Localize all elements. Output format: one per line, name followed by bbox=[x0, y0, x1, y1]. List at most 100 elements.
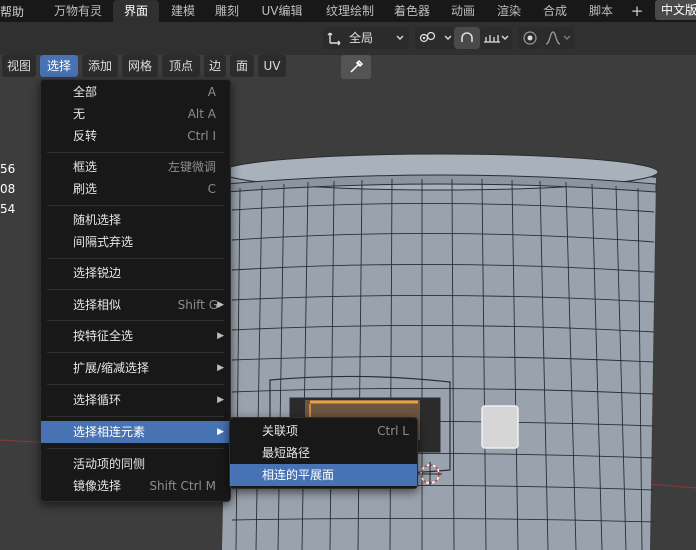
menu-item-label: 选择循环 bbox=[73, 393, 122, 407]
menu-separator bbox=[47, 384, 224, 385]
tab-layout[interactable]: 界面 bbox=[113, 0, 159, 22]
menu-item-none[interactable]: 无 Alt A bbox=[41, 103, 230, 125]
submenu-arrow-icon: ▶ bbox=[217, 331, 224, 341]
menu-item-select-random[interactable]: 随机选择 bbox=[41, 209, 230, 231]
menu-item-label: 反转 bbox=[73, 129, 98, 143]
menu-item-label: 选择相连元素 bbox=[73, 425, 146, 439]
add-workspace-button[interactable]: + bbox=[626, 0, 648, 22]
menu-item-select-loops[interactable]: 选择循环 ▶ bbox=[41, 389, 230, 411]
submenu-arrow-icon: ▶ bbox=[217, 363, 224, 373]
snap-increment-icon bbox=[484, 35, 500, 43]
menu-item-shortcut: Alt A bbox=[187, 107, 216, 121]
menu-item-label: 扩展/缩减选择 bbox=[73, 361, 150, 375]
falloff-curve-icon bbox=[545, 31, 561, 45]
proportional-edit-toggle[interactable] bbox=[518, 27, 542, 49]
language-button[interactable]: 中文版 bbox=[655, 0, 696, 20]
menu-item-invert[interactable]: 反转 Ctrl I bbox=[41, 125, 230, 147]
submenu-item-linked[interactable]: 关联项 Ctrl L bbox=[230, 420, 417, 442]
submenu-item-label: 相连的平展面 bbox=[262, 468, 335, 482]
menu-uv[interactable]: UV bbox=[258, 55, 286, 77]
menu-separator bbox=[47, 448, 224, 449]
submenu-item-label: 关联项 bbox=[262, 424, 299, 438]
tab-animation[interactable]: 动画 bbox=[443, 0, 483, 22]
menu-item-shortcut: 左键微调 bbox=[167, 160, 216, 174]
orientation-label: 全局 bbox=[349, 31, 374, 45]
menu-item-label: 刷选 bbox=[73, 182, 98, 196]
chevron-down-icon bbox=[501, 35, 509, 40]
submenu-arrow-icon: ▶ bbox=[217, 395, 224, 405]
menu-view[interactable]: 视图 bbox=[2, 55, 36, 77]
menu-item-side-of-active[interactable]: 活动项的同侧 bbox=[41, 453, 230, 475]
menu-edge[interactable]: 边 bbox=[204, 55, 226, 77]
falloff-dropdown[interactable] bbox=[542, 27, 574, 49]
transform-orientation-dropdown[interactable]: 全局 bbox=[323, 27, 409, 49]
menu-item-select-more-less[interactable]: 扩展/缩减选择 ▶ bbox=[41, 357, 230, 379]
menu-item-label: 全部 bbox=[73, 85, 98, 99]
menu-mesh[interactable]: 网格 bbox=[122, 55, 158, 77]
submenu-arrow-icon: ▶ bbox=[217, 300, 224, 310]
chevron-down-icon bbox=[563, 35, 571, 40]
tab-wanwu[interactable]: 万物有灵 bbox=[46, 0, 110, 22]
menu-item-select-similar[interactable]: 选择相似 Shift G ▶ bbox=[41, 294, 230, 316]
menu-item-select-sharp-edges[interactable]: 选择锐边 bbox=[41, 262, 230, 284]
tab-scripting[interactable]: 脚本 bbox=[581, 0, 621, 22]
menu-separator bbox=[47, 352, 224, 353]
viewport-header: 全局 bbox=[0, 22, 696, 55]
tab-rendering[interactable]: 渲染 bbox=[489, 0, 529, 22]
menu-item-shortcut: Shift G bbox=[177, 298, 218, 312]
menu-item-box-select[interactable]: 框选 左键微调 bbox=[41, 156, 230, 178]
submenu-item-linked-flat-faces[interactable]: 相连的平展面 bbox=[230, 464, 417, 486]
menu-item-label: 镜像选择 bbox=[73, 479, 122, 493]
menu-item-shortcut: A bbox=[207, 85, 216, 99]
menu-item-label: 随机选择 bbox=[73, 213, 122, 227]
stat-line-2: 08 bbox=[0, 182, 16, 196]
menu-vertex[interactable]: 顶点 bbox=[162, 55, 200, 77]
menu-item-label: 按特征全选 bbox=[73, 329, 134, 343]
menu-item-checker-deselect[interactable]: 间隔式弃选 bbox=[41, 231, 230, 253]
select-menu: 全部 A 无 Alt A 反转 Ctrl I 框选 左键微调 刷选 C 随机选择… bbox=[40, 79, 231, 502]
menu-separator bbox=[47, 152, 224, 153]
menu-separator bbox=[47, 205, 224, 206]
tab-sculpting[interactable]: 雕刻 bbox=[207, 0, 247, 22]
chevron-down-icon bbox=[444, 35, 452, 40]
pivot-point-dropdown[interactable] bbox=[415, 27, 457, 49]
menu-item-label: 间隔式弃选 bbox=[73, 235, 134, 249]
menu-item-select-all-by-trait[interactable]: 按特征全选 ▶ bbox=[41, 325, 230, 347]
eyedropper-button[interactable] bbox=[341, 55, 371, 79]
submenu-item-shortcut: Ctrl L bbox=[377, 424, 409, 438]
submenu-arrow-icon: ▶ bbox=[217, 427, 224, 437]
tab-modeling[interactable]: 建模 bbox=[163, 0, 203, 22]
menu-item-label: 选择锐边 bbox=[73, 266, 122, 280]
menu-separator bbox=[47, 258, 224, 259]
select-linked-submenu: 关联项 Ctrl L 最短路径 相连的平展面 bbox=[229, 417, 418, 489]
menu-item-circle-select[interactable]: 刷选 C bbox=[41, 178, 230, 200]
chevron-down-icon bbox=[396, 35, 404, 40]
menu-separator bbox=[47, 416, 224, 417]
menu-item-select-linked[interactable]: 选择相连元素 ▶ bbox=[41, 421, 230, 443]
eyedropper-icon bbox=[350, 59, 364, 73]
menu-item-label: 活动项的同侧 bbox=[73, 457, 146, 471]
tab-shading[interactable]: 着色器 bbox=[386, 0, 438, 22]
tab-compositing[interactable]: 合成 bbox=[535, 0, 575, 22]
menu-item-select-mirror[interactable]: 镜像选择 Shift Ctrl M bbox=[41, 475, 230, 497]
submenu-item-shortest-path[interactable]: 最短路径 bbox=[230, 442, 417, 464]
help-menu[interactable]: 帮助 bbox=[0, 3, 24, 20]
snap-target-dropdown[interactable] bbox=[480, 27, 512, 49]
menu-face[interactable]: 面 bbox=[230, 55, 254, 77]
tab-texture-paint[interactable]: 纹理绘制 bbox=[318, 0, 382, 22]
tab-uv-editing[interactable]: UV编辑 bbox=[251, 0, 313, 22]
stat-line-3: 54 bbox=[0, 202, 16, 216]
menu-item-label: 框选 bbox=[73, 160, 98, 174]
menu-item-label: 选择相似 bbox=[73, 298, 122, 312]
menu-item-shortcut: C bbox=[207, 182, 216, 196]
snap-toggle[interactable] bbox=[454, 27, 480, 49]
menu-item-shortcut: Ctrl I bbox=[187, 129, 216, 143]
menu-separator bbox=[47, 320, 224, 321]
pivot-point-icon bbox=[419, 31, 436, 43]
magnet-icon bbox=[461, 32, 473, 42]
menu-select[interactable]: 选择 bbox=[40, 55, 78, 77]
menu-item-all[interactable]: 全部 A bbox=[41, 81, 230, 103]
menu-add[interactable]: 添加 bbox=[82, 55, 118, 77]
stat-line-1: 56 bbox=[0, 162, 16, 176]
menu-item-shortcut: Shift Ctrl M bbox=[149, 479, 216, 493]
